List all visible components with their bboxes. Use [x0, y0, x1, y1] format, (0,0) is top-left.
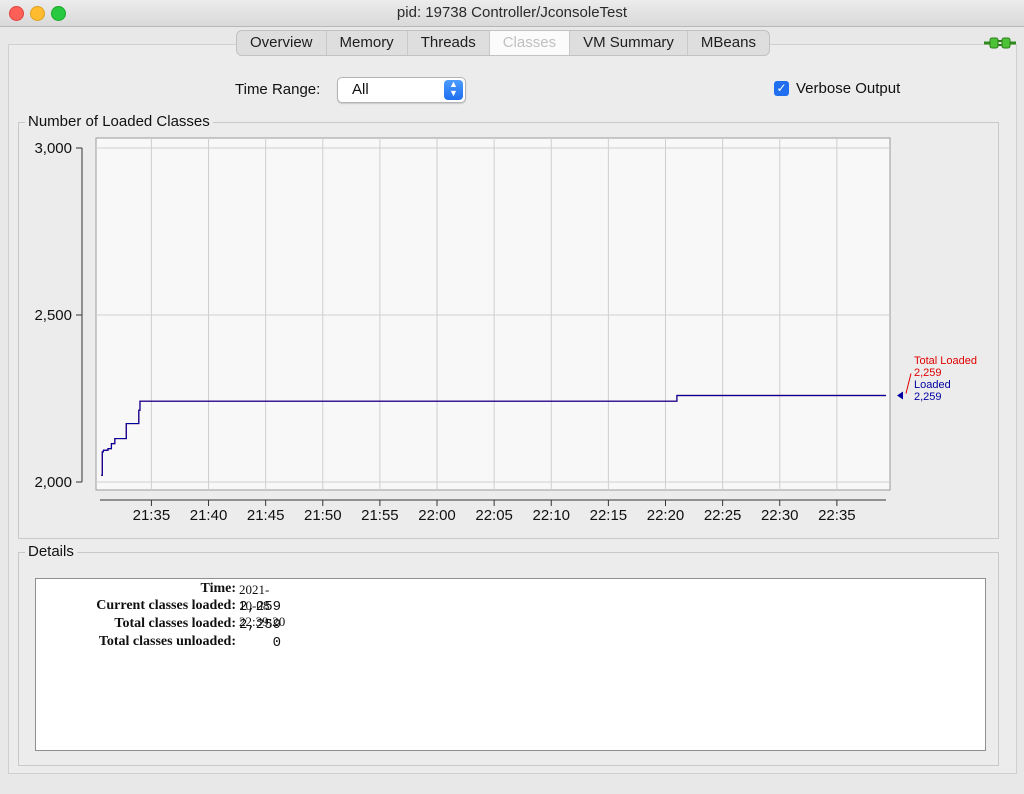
tab-overview[interactable]: Overview — [237, 31, 327, 55]
chevron-updown-icon: ▲ ▼ — [444, 80, 463, 100]
detail-row-time: Time: 2021-10-08 22:39:20 — [36, 581, 285, 629]
tab-bar: Overview Memory Threads Classes VM Summa… — [236, 30, 770, 56]
connection-status-icon[interactable] — [984, 34, 1016, 52]
details-box: Time: 2021-10-08 22:39:20 Current classe… — [35, 578, 986, 751]
tab-classes[interactable]: Classes — [489, 31, 571, 55]
time-range-select[interactable]: All ▲ ▼ — [337, 77, 466, 103]
detail-label: Total classes unloaded: — [98, 634, 236, 649]
details-group: Details Time: 2021-10-08 22:39:20 Curren… — [18, 543, 999, 766]
detail-value: 2,259 — [239, 599, 282, 615]
detail-row-current-loaded: Current classes loaded: 2,259 — [36, 598, 281, 616]
details-title: Details — [25, 543, 77, 560]
detail-value: 0 — [272, 635, 281, 651]
time-range-label: Time Range: — [235, 81, 321, 98]
detail-label: Time: — [200, 581, 236, 596]
chart-group-title: Number of Loaded Classes — [25, 113, 213, 130]
detail-row-total-loaded: Total classes loaded: 2,259 — [36, 616, 281, 634]
verbose-output-checkbox[interactable]: ✓ — [774, 81, 789, 96]
detail-label: Current classes loaded: — [96, 598, 236, 613]
loaded-classes-chart-group: Number of Loaded Classes — [18, 113, 999, 539]
window-title: pid: 19738 Controller/JconsoleTest — [396, 4, 628, 21]
tab-mbeans[interactable]: MBeans — [688, 31, 769, 55]
verbose-output-label[interactable]: Verbose Output — [796, 80, 900, 97]
detail-row-total-unloaded: Total classes unloaded: 0 — [36, 634, 281, 652]
time-range-value: All — [352, 81, 369, 98]
tab-vm-summary[interactable]: VM Summary — [570, 31, 688, 55]
detail-value: 2,259 — [239, 617, 282, 633]
tab-threads[interactable]: Threads — [408, 31, 490, 55]
detail-label: Total classes loaded: — [114, 616, 236, 631]
tab-memory[interactable]: Memory — [327, 31, 408, 55]
title-bar: pid: 19738 Controller/JconsoleTest — [0, 0, 1024, 27]
